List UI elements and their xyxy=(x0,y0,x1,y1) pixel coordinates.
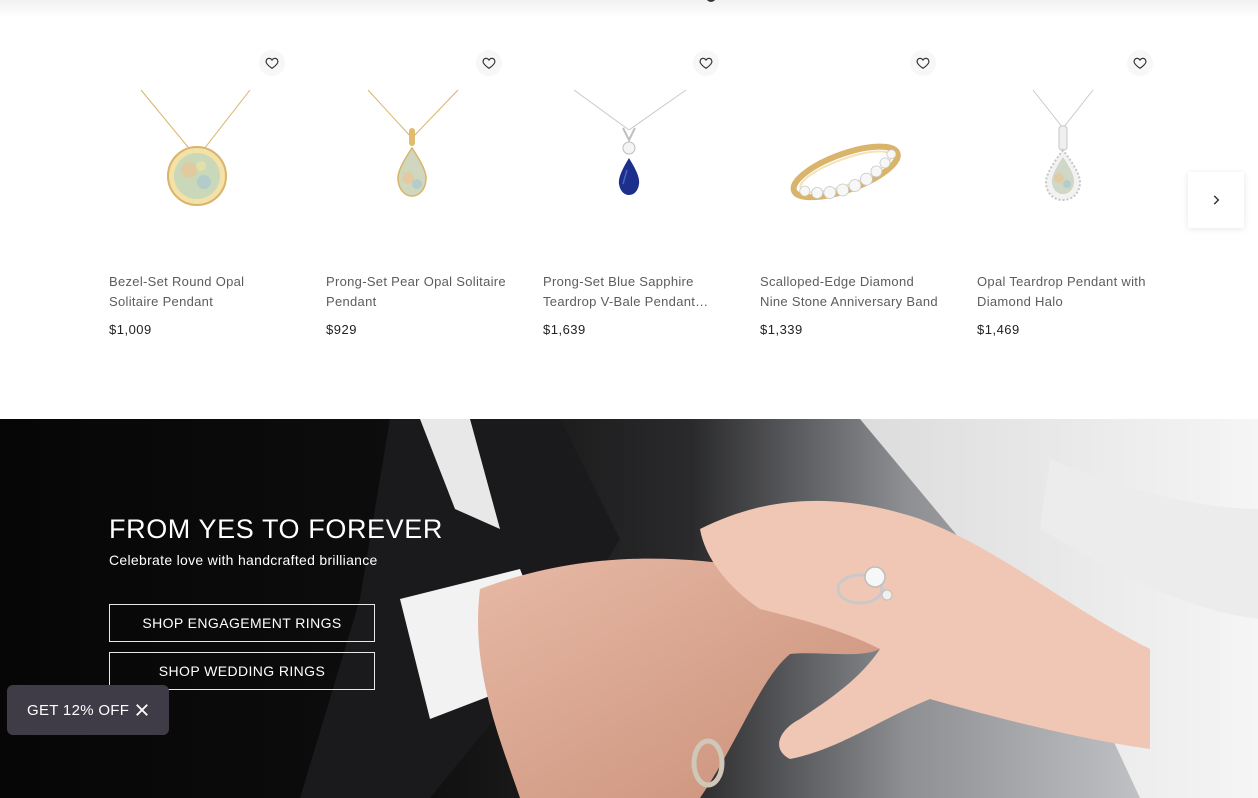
diamond-band-ring-icon[interactable] xyxy=(760,80,960,260)
product-card[interactable]: Prong-Set Blue Sapphire Teardrop V-Bale … xyxy=(543,40,743,350)
product-name[interactable]: Bezel-Set Round Opal Solitaire Pendant xyxy=(109,272,289,312)
product-price: $1,639 xyxy=(543,322,586,337)
opal-halo-pendant-icon[interactable] xyxy=(977,80,1177,260)
hero-subtitle: Celebrate love with handcrafted brillian… xyxy=(109,552,378,568)
carousel-next-button[interactable] xyxy=(1188,172,1244,228)
product-carousel: Bezel-Set Round Opal Solitaire Pendant $… xyxy=(0,40,1258,380)
wishlist-heart-icon[interactable] xyxy=(693,50,719,76)
product-card[interactable]: Prong-Set Pear Opal Solitaire Pendant $9… xyxy=(326,40,526,350)
wishlist-heart-icon[interactable] xyxy=(910,50,936,76)
product-name[interactable]: Opal Teardrop Pendant with Diamond Halo xyxy=(977,272,1157,312)
product-price: $1,009 xyxy=(109,322,152,337)
top-shadow-strip xyxy=(0,0,1258,18)
sapphire-teardrop-pendant-icon[interactable] xyxy=(543,80,743,260)
product-price: $1,339 xyxy=(760,322,803,337)
product-name[interactable]: Prong-Set Pear Opal Solitaire Pendant xyxy=(326,272,506,312)
hero-title: FROM YES TO FOREVER xyxy=(109,514,443,544)
wishlist-heart-icon[interactable] xyxy=(1127,50,1153,76)
promo-label: GET 12% OFF xyxy=(27,701,130,719)
close-icon[interactable] xyxy=(133,701,151,719)
wishlist-heart-icon[interactable] xyxy=(259,50,285,76)
chevron-right-icon xyxy=(1213,195,1220,205)
product-price: $1,469 xyxy=(977,322,1020,337)
hero-banner: FROM YES TO FOREVER Celebrate love with … xyxy=(0,419,1258,798)
product-card[interactable]: Bezel-Set Round Opal Solitaire Pendant $… xyxy=(109,40,309,350)
product-name[interactable]: Prong-Set Blue Sapphire Teardrop V-Bale … xyxy=(543,272,723,312)
product-price: $929 xyxy=(326,322,357,337)
opal-round-pendant-icon[interactable] xyxy=(109,80,309,260)
discount-promo-button[interactable]: GET 12% OFF xyxy=(7,685,169,735)
product-card[interactable]: Opal Teardrop Pendant with Diamond Halo … xyxy=(977,40,1177,350)
wishlist-heart-icon[interactable] xyxy=(476,50,502,76)
opal-pear-pendant-icon[interactable] xyxy=(326,80,526,260)
shop-engagement-rings-button[interactable]: SHOP ENGAGEMENT RINGS xyxy=(109,604,375,642)
product-name[interactable]: Scalloped-Edge Diamond Nine Stone Annive… xyxy=(760,272,940,312)
product-card[interactable]: Scalloped-Edge Diamond Nine Stone Annive… xyxy=(760,40,960,350)
